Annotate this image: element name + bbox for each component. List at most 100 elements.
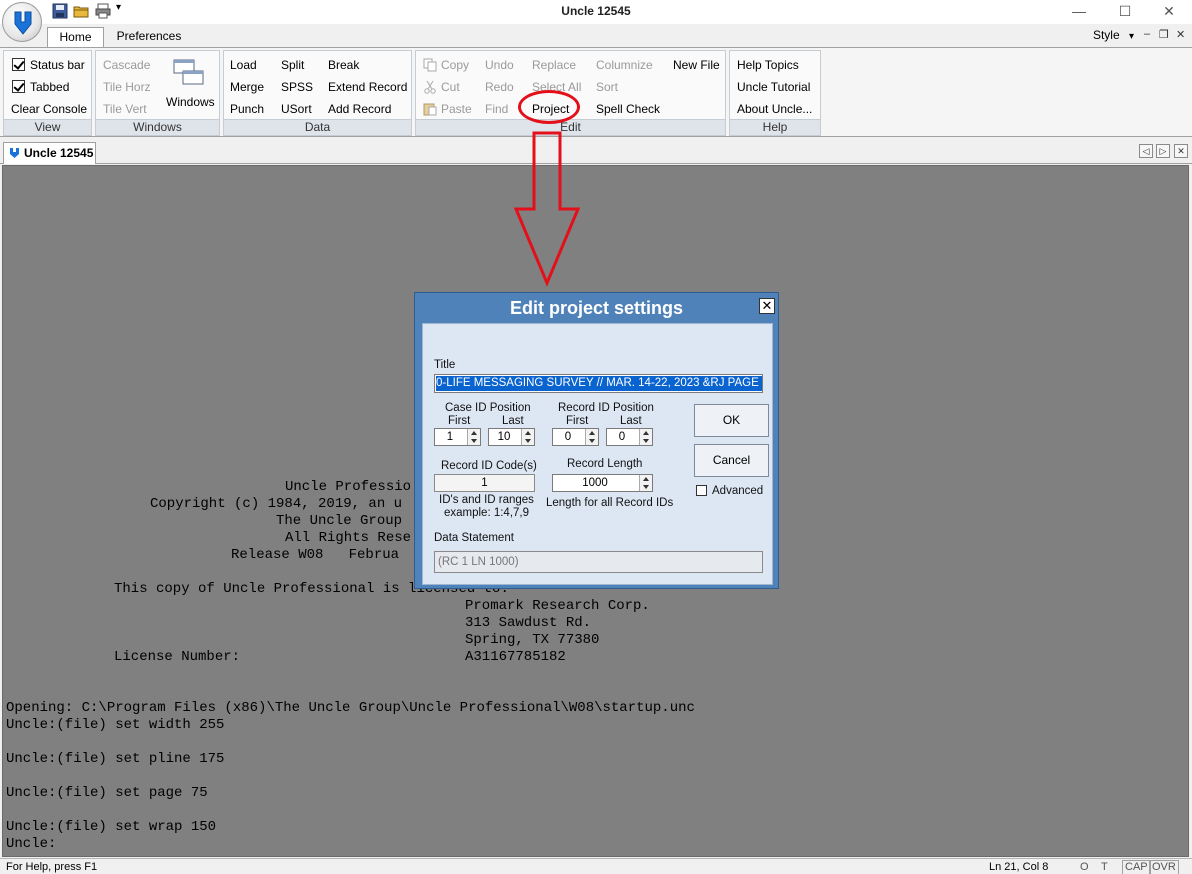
record-length-stepper[interactable]: 1000 <box>552 474 653 492</box>
console-line: A31167785182 <box>465 649 566 665</box>
title-label: Title <box>434 359 456 371</box>
add-record-button[interactable]: Add Record <box>328 100 391 118</box>
close-button[interactable]: ✕ <box>1146 0 1192 24</box>
record-id-last-value: 0 <box>618 431 626 443</box>
console-line: Uncle Professio <box>285 479 412 495</box>
group-label-windows: Windows <box>96 119 219 135</box>
console-line: Opening: C:\Program Files (x86)\The Uncl… <box>6 700 695 716</box>
windows-label: Windows <box>166 95 215 109</box>
cut-button[interactable]: Cut <box>423 78 460 96</box>
clipboard-icon <box>423 103 437 116</box>
spin-arrows-icon[interactable] <box>521 429 534 445</box>
tab-preferences[interactable]: Preferences <box>108 27 190 48</box>
ribbon-group-edit: Copy Cut Paste Undo Redo Find Replace Se… <box>415 50 726 136</box>
cut-label: Cut <box>441 80 460 94</box>
replace-button[interactable]: Replace <box>532 56 576 74</box>
cascade-button[interactable]: Cascade <box>103 56 150 74</box>
usort-button[interactable]: USort <box>281 100 312 118</box>
document-tab-label: Uncle 12545 <box>24 146 94 160</box>
data-statement-field[interactable]: (RC 1 LN 1000) <box>434 551 763 573</box>
advanced-checkbox[interactable]: Advanced <box>696 485 763 497</box>
status-indicator-o: O <box>1080 861 1089 873</box>
columnize-button[interactable]: Columnize <box>596 56 653 74</box>
spin-arrows-icon[interactable] <box>585 429 598 445</box>
console-line: Uncle:(file) set wrap 150 <box>6 819 217 835</box>
mdi-restore-button[interactable]: ❐ <box>1159 28 1169 41</box>
cancel-button[interactable]: Cancel <box>694 444 769 477</box>
spell-check-button[interactable]: Spell Check <box>596 100 660 118</box>
punch-button[interactable]: Punch <box>230 100 264 118</box>
group-label-help: Help <box>730 119 820 135</box>
console-line: Release W08 Februa <box>231 547 400 563</box>
status-help-text: For Help, press F1 <box>6 861 98 873</box>
title-input[interactable]: 0-LIFE MESSAGING SURVEY // MAR. 14-22, 2… <box>434 374 763 393</box>
app-menu-button[interactable] <box>2 2 42 42</box>
title-input-value: 0-LIFE MESSAGING SURVEY // MAR. 14-22, 2… <box>436 376 762 391</box>
uncle-tutorial-button[interactable]: Uncle Tutorial <box>737 78 810 96</box>
window-title: Uncle 12545 <box>561 4 631 18</box>
new-file-button[interactable]: New File <box>673 56 720 74</box>
mdi-minimize-button[interactable]: – <box>1144 28 1150 40</box>
spss-button[interactable]: SPSS <box>281 78 313 96</box>
record-id-codes-input[interactable]: 1 <box>434 474 535 492</box>
caps-lock-indicator: CAP <box>1122 860 1151 874</box>
style-menu[interactable]: Style ▾ <box>1093 28 1134 42</box>
help-topics-button[interactable]: Help Topics <box>737 56 799 74</box>
redo-button[interactable]: Redo <box>485 78 514 96</box>
tab-uncle-document[interactable]: Uncle 12545 <box>3 142 96 164</box>
load-button[interactable]: Load <box>230 56 257 74</box>
sort-button[interactable]: Sort <box>596 78 618 96</box>
scroll-tabs-right-button[interactable]: ▷ <box>1156 144 1170 158</box>
status-bar: For Help, press F1 Ln 21, Col 8 O T CAP … <box>0 858 1192 874</box>
undo-button[interactable]: Undo <box>485 56 514 74</box>
tabbed-toggle[interactable]: Tabbed <box>12 78 69 96</box>
close-document-button[interactable]: ✕ <box>1174 144 1188 158</box>
dialog-close-button[interactable]: ✕ <box>759 298 775 314</box>
case-id-first-stepper[interactable]: 1 <box>434 428 481 446</box>
spin-arrows-icon[interactable] <box>467 429 480 445</box>
scroll-tabs-left-button[interactable]: ◁ <box>1139 144 1153 158</box>
case-id-last-stepper[interactable]: 10 <box>488 428 535 446</box>
console-line: Uncle:(file) set pline 175 <box>6 751 225 767</box>
console-line: The Uncle Group <box>276 513 403 529</box>
case-id-last-value: 10 <box>497 431 511 443</box>
ribbon-group-view: Status bar Tabbed Clear Console View <box>3 50 92 136</box>
paste-button[interactable]: Paste <box>423 100 472 118</box>
clear-console-button[interactable]: Clear Console <box>11 100 87 118</box>
about-uncle-button[interactable]: About Uncle... <box>737 100 812 118</box>
status-bar-toggle[interactable]: Status bar <box>12 56 85 74</box>
mdi-close-button[interactable]: ✕ <box>1176 28 1185 41</box>
windows-icon <box>173 59 204 85</box>
overwrite-indicator: OVR <box>1149 860 1179 874</box>
record-length-value: 1000 <box>582 477 608 489</box>
merge-button[interactable]: Merge <box>230 78 264 96</box>
record-id-first-value: 0 <box>564 431 572 443</box>
checkbox-checked-icon <box>12 80 25 93</box>
id-example-hint: example: 1:4,7,9 <box>443 507 530 519</box>
record-first-label: First <box>566 415 589 427</box>
split-button[interactable]: Split <box>281 56 304 74</box>
record-id-last-stepper[interactable]: 0 <box>606 428 653 446</box>
minimize-button[interactable]: — <box>1056 0 1102 24</box>
tabbed-label: Tabbed <box>30 80 70 94</box>
console-line: All Rights Rese <box>285 530 412 546</box>
chevron-down-icon: ▾ <box>1128 31 1134 42</box>
id-ranges-hint: ID's and ID ranges <box>439 494 534 506</box>
find-button[interactable]: Find <box>485 100 508 118</box>
record-length-hint: Length for all Record IDs <box>546 497 674 509</box>
break-button[interactable]: Break <box>328 56 359 74</box>
spin-arrows-icon[interactable] <box>639 475 652 491</box>
tile-vert-button[interactable]: Tile Vert <box>103 100 147 118</box>
spin-arrows-icon[interactable] <box>639 429 652 445</box>
extend-record-button[interactable]: Extend Record <box>328 78 407 96</box>
maximize-button[interactable]: ☐ <box>1102 0 1148 24</box>
record-length-label: Record Length <box>567 458 643 470</box>
windows-button[interactable]: Windows <box>164 57 216 113</box>
copy-button[interactable]: Copy <box>423 56 469 74</box>
tile-horz-button[interactable]: Tile Horz <box>103 78 151 96</box>
ribbon-group-data: Load Merge Punch Split SPSS USort Break … <box>223 50 412 136</box>
tab-home[interactable]: Home <box>47 27 104 48</box>
ok-button[interactable]: OK <box>694 404 769 437</box>
case-last-label: Last <box>502 415 524 427</box>
record-id-first-stepper[interactable]: 0 <box>552 428 599 446</box>
